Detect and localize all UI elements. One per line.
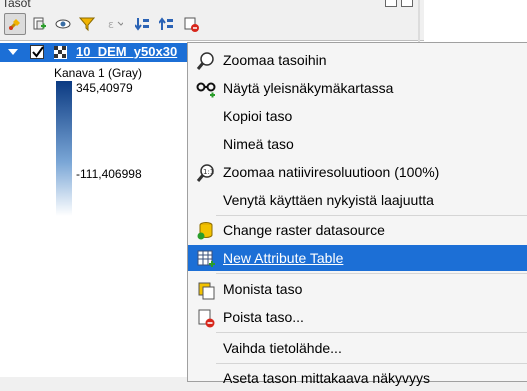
layers-toolbar: ε <box>4 12 202 36</box>
menu-item-change-datasource[interactable]: Change raster datasource <box>188 217 527 243</box>
menu-item-remove-layer[interactable]: Poista taso... <box>188 304 527 330</box>
menu-item-label: Nimeä taso <box>223 136 294 152</box>
menu-item-label: Kopioi taso <box>223 108 293 124</box>
band-label: Kanava 1 (Gray) <box>54 66 143 80</box>
menu-item-copy-layer[interactable]: Kopioi taso <box>188 103 527 129</box>
menu-item-label: Monista taso <box>223 281 303 297</box>
remove-icon <box>198 309 215 328</box>
collapse-arrow-icon[interactable] <box>8 49 18 55</box>
ramp-min-value: -111,406998 <box>76 167 142 181</box>
menu-item-new-attribute-table[interactable]: New Attribute Table <box>188 245 527 271</box>
remove-layer-button[interactable] <box>180 13 202 35</box>
menu-item-rename-layer[interactable]: Nimeä taso <box>188 131 527 157</box>
menu-item-zoom-to-layers[interactable]: Zoomaa tasoihin <box>188 47 527 73</box>
svg-text:ε: ε <box>108 18 114 31</box>
menu-item-stretch-extent[interactable]: Venytä käyttäen nykyistä laajuutta <box>188 187 527 213</box>
duplicate-icon <box>198 282 215 300</box>
context-menu: Zoomaa tasoihin Näytä yleisnäkymäkartass… <box>187 42 527 386</box>
menu-item-label: Näytä yleisnäkymäkartassa <box>223 80 394 96</box>
collapse-all-button[interactable] <box>156 13 178 35</box>
expression-button[interactable]: ε <box>100 13 130 35</box>
menu-item-label: Poista taso... <box>223 309 304 325</box>
color-ramp <box>56 81 72 216</box>
float-panel-button[interactable] <box>385 0 397 7</box>
datasource-icon <box>197 222 213 240</box>
filter-button[interactable] <box>76 13 98 35</box>
expression-icon: ε <box>108 18 123 31</box>
panel-title: Tasot <box>2 0 31 10</box>
add-group-button[interactable] <box>28 13 50 35</box>
menu-item-label: Aseta tason mittakaava näkyvyys <box>223 370 430 386</box>
visibility-button[interactable] <box>52 13 74 35</box>
attribute-table-icon <box>197 250 215 267</box>
menu-item-label: Zoomaa natiiviresoluutioon (100%) <box>223 164 440 180</box>
svg-text:1:1: 1:1 <box>203 168 214 176</box>
layer-row[interactable]: 10_DEM_y50x30 <box>0 43 190 62</box>
menu-separator <box>216 273 527 274</box>
remove-layer-icon <box>184 17 199 32</box>
expand-all-button[interactable] <box>132 13 154 35</box>
glasses-icon <box>196 82 216 98</box>
menu-item-show-in-overview[interactable]: Näytä yleisnäkymäkartassa <box>188 75 527 101</box>
paint-brush-icon <box>8 19 20 31</box>
ramp-max-value: 345,40979 <box>76 81 133 95</box>
close-panel-button[interactable] <box>401 0 413 7</box>
menu-item-duplicate-layer[interactable]: Monista taso <box>188 276 527 302</box>
menu-item-change-source[interactable]: Vaihda tietolähde... <box>188 335 527 361</box>
menu-separator <box>216 332 527 333</box>
menu-item-label: New Attribute Table <box>223 250 344 266</box>
collapse-all-icon <box>159 17 173 30</box>
menu-item-label: Change raster datasource <box>223 222 385 238</box>
menu-item-label: Vaihda tietolähde... <box>223 340 342 356</box>
raster-layer-icon <box>54 46 67 59</box>
menu-item-label: Zoomaa tasoihin <box>223 52 327 68</box>
add-group-icon <box>33 17 46 30</box>
expand-all-icon <box>135 18 149 31</box>
menu-item-zoom-native[interactable]: 1:1 Zoomaa natiiviresoluutioon (100%) <box>188 159 527 185</box>
zoom-native-icon: 1:1 <box>196 164 214 182</box>
layer-visibility-checkbox[interactable] <box>30 45 44 59</box>
menu-separator <box>216 215 527 216</box>
style-button[interactable] <box>4 13 26 35</box>
layer-name[interactable]: 10_DEM_y50x30 <box>76 44 177 59</box>
menu-separator <box>216 363 527 364</box>
menu-item-label: Venytä käyttäen nykyistä laajuutta <box>223 192 434 208</box>
zoom-icon <box>196 52 214 70</box>
filter-icon <box>79 17 95 32</box>
menu-item-set-scale-visibility[interactable]: Aseta tason mittakaava näkyvyys <box>188 365 527 391</box>
checkmark-icon <box>32 46 44 58</box>
eye-icon <box>55 19 71 29</box>
